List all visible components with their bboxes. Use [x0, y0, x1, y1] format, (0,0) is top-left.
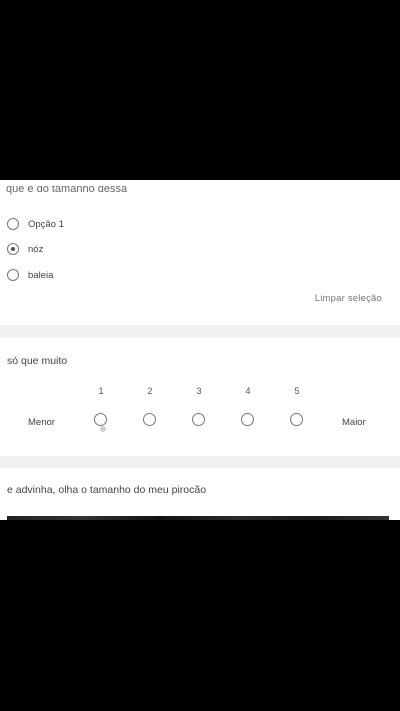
scale-number-2: 2: [147, 386, 153, 396]
option-opcao-1[interactable]: Opção 1: [7, 218, 64, 230]
question-card-3: e advinha, olha o tamanho do meu pirocão: [0, 468, 400, 520]
option-baleia[interactable]: baleia: [7, 269, 53, 281]
question-image: [7, 516, 389, 520]
scale-number-3: 3: [196, 386, 202, 396]
question-title-2: só que muito: [7, 355, 68, 367]
option-label: nóz: [28, 243, 44, 255]
question-card-1: que é do tamanho dessa Opção 1 nóz balei…: [0, 180, 400, 325]
question-title-3: e advinha, olha o tamanho do meu pirocão: [7, 484, 207, 496]
question-title-1: que é do tamanho dessa: [6, 186, 128, 195]
scale-radio-3[interactable]: [192, 413, 205, 426]
question-card-2: só que muito 1 2 3 4 5 Menor Maior: [0, 338, 400, 456]
radio-button[interactable]: [7, 218, 19, 230]
scale-radio-4[interactable]: [241, 413, 254, 426]
option-noz[interactable]: nóz: [7, 243, 43, 255]
option-label: baleia: [28, 269, 54, 281]
click-ripple: [100, 426, 106, 432]
scale-min-label: Menor: [28, 417, 55, 428]
clear-selection-button[interactable]: Limpar seleção: [315, 293, 382, 304]
scale-radio-5[interactable]: [290, 413, 303, 426]
scale-number-4: 4: [245, 386, 251, 396]
scale-radio-1[interactable]: [94, 413, 107, 426]
form-screen: que é do tamanho dessa Opção 1 nóz balei…: [0, 180, 400, 520]
scale-max-label: Maior: [342, 417, 366, 428]
radio-button[interactable]: [7, 269, 19, 281]
scale-number-1: 1: [98, 386, 104, 396]
scale-radio-2[interactable]: [143, 413, 156, 426]
radio-button-selected[interactable]: [7, 243, 19, 255]
option-label: Opção 1: [28, 218, 64, 230]
scale-number-5: 5: [294, 386, 300, 396]
